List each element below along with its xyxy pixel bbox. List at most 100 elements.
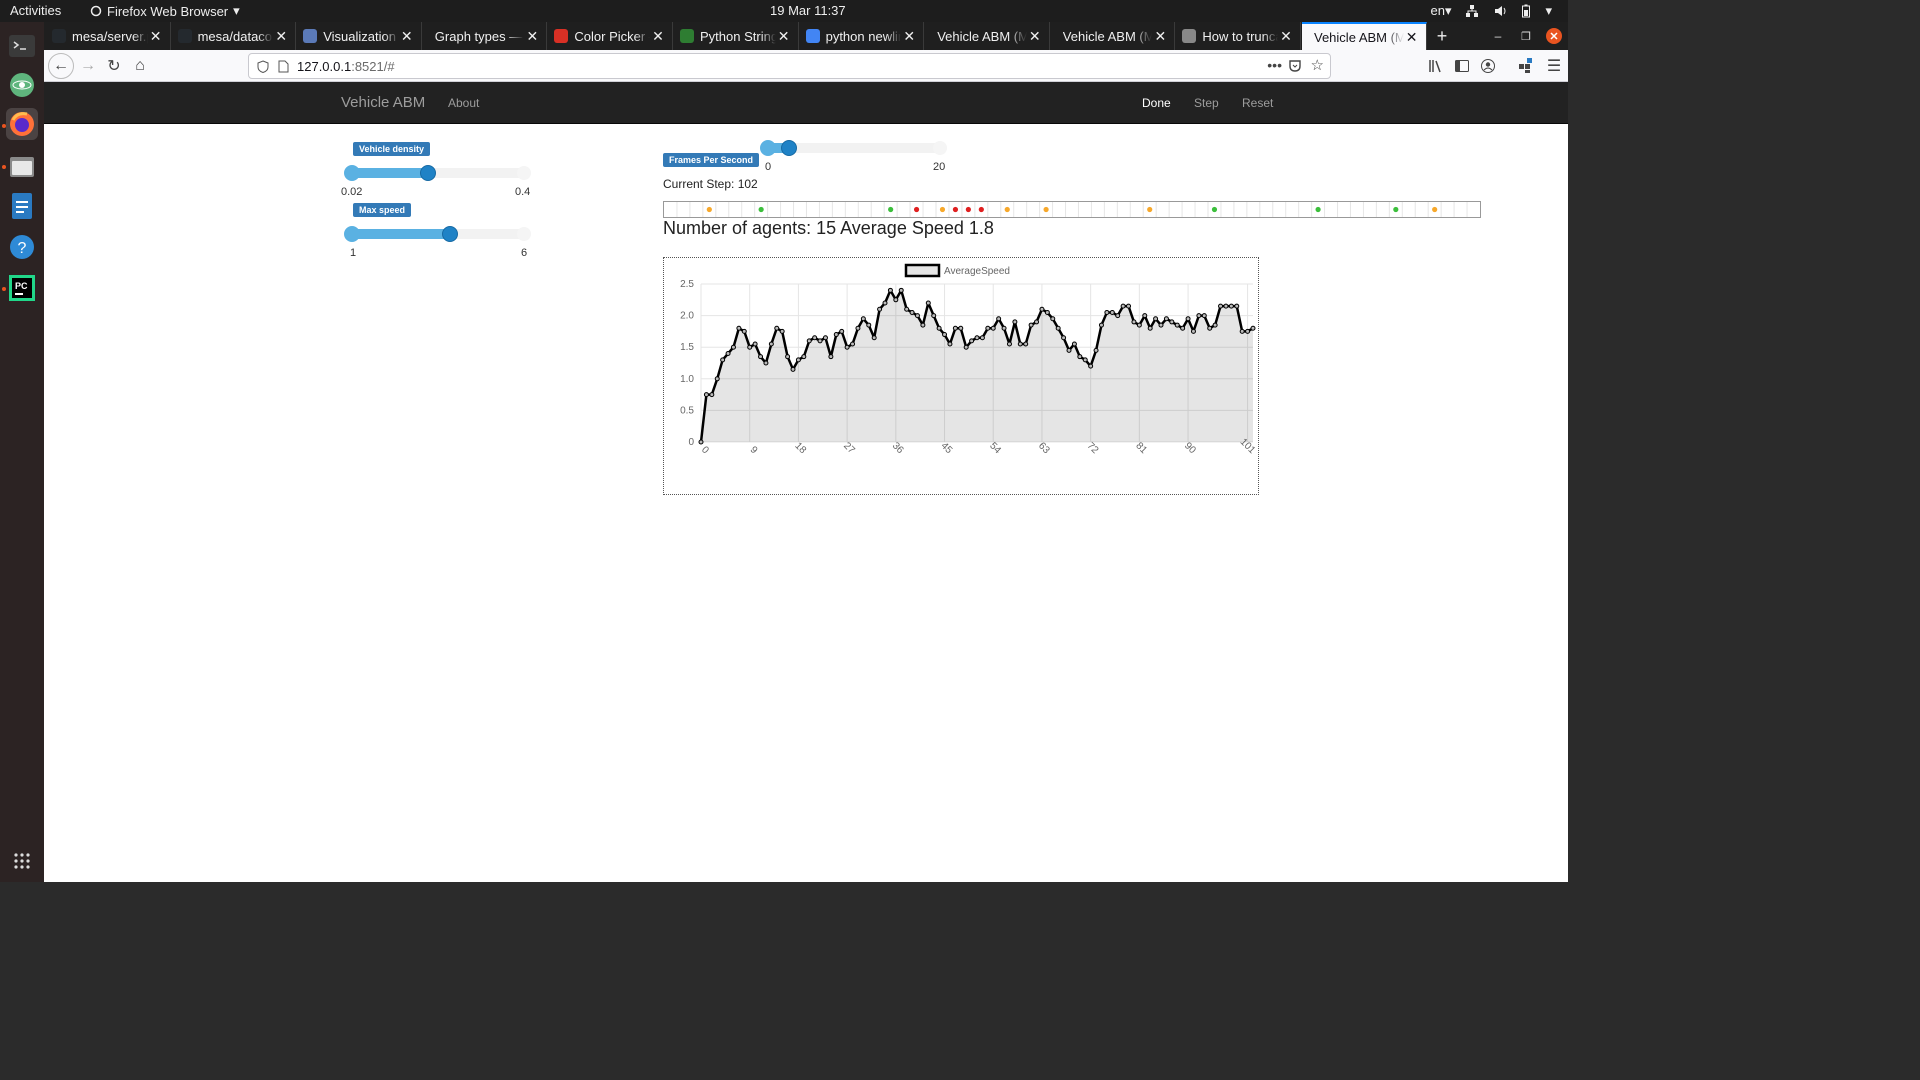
atom-editor-icon[interactable]: [6, 69, 38, 101]
fps-max: 20: [933, 161, 946, 173]
browser-tab[interactable]: How to trunca ✕: [1176, 22, 1301, 50]
data-point: [839, 328, 845, 334]
browser-tab[interactable]: Vehicle ABM (Me ✕: [925, 22, 1050, 50]
data-point: [920, 322, 926, 328]
slider-handle[interactable]: [780, 140, 797, 156]
tab-close-icon[interactable]: ✕: [776, 28, 792, 45]
data-point: [1126, 303, 1132, 309]
vehicle-agent: [888, 206, 894, 213]
tab-close-icon[interactable]: ✕: [650, 28, 666, 45]
tab-label: Vehicle ABM (Me: [1062, 28, 1153, 44]
vehicle-agent: [1004, 206, 1010, 213]
terminal-icon[interactable]: [6, 30, 38, 62]
tab-close-icon[interactable]: ✕: [273, 28, 289, 45]
page-info-icon[interactable]: [277, 60, 289, 73]
browser-tab[interactable]: Graph types — N✕: [423, 22, 548, 50]
help-icon[interactable]: ?: [6, 231, 38, 263]
data-point: [1012, 319, 1018, 325]
slider-handle[interactable]: [442, 226, 459, 242]
y-tick-label: 1.0: [680, 374, 694, 385]
shield-icon[interactable]: [257, 60, 269, 73]
data-point: [758, 354, 764, 360]
data-point: [763, 360, 769, 366]
url-bar[interactable]: 127.0.0.1:8521/# ••• ☆: [248, 53, 1331, 79]
tab-close-icon[interactable]: ✕: [1404, 29, 1420, 46]
browser-tab[interactable]: Color Picker – ✕: [548, 22, 673, 50]
fps-label: Frames Per Second: [663, 153, 760, 167]
data-point: [1207, 325, 1213, 331]
tab-close-icon[interactable]: ✕: [524, 28, 540, 45]
account-icon[interactable]: [1480, 58, 1496, 74]
tab-label: Python String: [700, 28, 776, 44]
forward-button[interactable]: →: [76, 54, 100, 78]
data-point: [1201, 313, 1207, 319]
reset-button[interactable]: Reset: [1242, 96, 1273, 110]
home-button[interactable]: ⌂: [128, 54, 152, 78]
system-menu-chevron-icon: ▾: [1545, 3, 1552, 18]
system-tray[interactable]: en▾ ▾: [1430, 3, 1552, 19]
firefox-icon[interactable]: [6, 108, 38, 140]
activities-button[interactable]: Activities: [10, 3, 61, 18]
show-applications-icon[interactable]: [6, 845, 38, 877]
chart-canvas: 00.51.01.52.02.50 9 18 27 36 45 54 63 72 81 90 101A…: [680, 263, 1258, 456]
bookmark-star-icon[interactable]: ☆: [1311, 56, 1324, 74]
pocket-icon[interactable]: [1288, 59, 1302, 73]
done-button[interactable]: Done: [1142, 96, 1171, 110]
browser-tab[interactable]: Vehicle ABM (Me ✕: [1051, 22, 1176, 50]
y-tick-label: 0.5: [680, 405, 694, 416]
browser-tab[interactable]: Visualization ✕: [297, 22, 422, 50]
data-point: [741, 328, 747, 334]
back-button[interactable]: ←: [48, 53, 74, 79]
data-point: [1218, 303, 1224, 309]
tab-close-icon[interactable]: ✕: [901, 28, 917, 45]
app-brand[interactable]: Vehicle ABM: [341, 94, 425, 111]
reload-button[interactable]: ↻: [102, 54, 126, 78]
library-icon[interactable]: [1428, 58, 1444, 74]
app-menu[interactable]: Firefox Web Browser ▾: [90, 3, 240, 19]
data-point: [1158, 322, 1164, 328]
vehicle-agent: [1432, 206, 1438, 213]
tab-close-icon[interactable]: ✕: [399, 28, 415, 45]
close-window-button[interactable]: [1542, 24, 1566, 48]
minimize-window-button[interactable]: –: [1486, 24, 1510, 48]
tab-close-icon[interactable]: ✕: [1278, 28, 1294, 45]
step-button[interactable]: Step: [1194, 96, 1219, 110]
browser-tab[interactable]: mesa/datacoll ✕: [172, 22, 297, 50]
slider-min-handle[interactable]: [344, 226, 360, 242]
clock[interactable]: 19 Mar 11:37: [770, 3, 846, 18]
writer-icon[interactable]: [6, 190, 38, 222]
slider-handle[interactable]: [419, 165, 436, 181]
new-tab-button[interactable]: +: [1430, 24, 1454, 48]
data-point: [1190, 328, 1196, 334]
data-point: [1109, 309, 1115, 315]
data-point: [1061, 335, 1067, 341]
hamburger-menu-icon[interactable]: ☰: [1542, 54, 1566, 78]
browser-tab[interactable]: python newlin ✕: [800, 22, 925, 50]
data-point: [1001, 325, 1007, 331]
tab-close-icon[interactable]: ✕: [1152, 28, 1168, 45]
browser-tab[interactable]: mesa/server.p ✕: [46, 22, 171, 50]
slider-min-handle[interactable]: [344, 165, 360, 181]
data-point: [1055, 325, 1061, 331]
slider-min-handle[interactable]: [760, 140, 776, 156]
sidebar-icon[interactable]: [1454, 58, 1470, 74]
browser-toolbar: ← → ↻ ⌂ 127.0.0.1:8521/# ••• ☆ ☰: [44, 50, 1568, 82]
files-icon[interactable]: [6, 150, 38, 182]
extensions-icon[interactable]: [1518, 58, 1534, 74]
tab-favicon-icon: [554, 29, 569, 43]
browser-tab[interactable]: Python String ✕: [674, 22, 799, 50]
max-speed-label: Max speed: [353, 203, 412, 217]
tab-close-icon[interactable]: ✕: [1027, 28, 1043, 45]
page-actions-icon[interactable]: •••: [1267, 57, 1282, 73]
browser-tab[interactable]: Vehicle ABM (Me ✕: [1302, 22, 1427, 50]
about-link[interactable]: About: [448, 96, 479, 110]
current-step: Current Step: 102: [663, 177, 758, 191]
restore-window-button[interactable]: ❐: [1514, 24, 1538, 48]
language-indicator[interactable]: en▾: [1430, 3, 1451, 19]
tab-close-icon[interactable]: ✕: [148, 28, 164, 45]
pycharm-icon[interactable]: PC: [6, 272, 38, 304]
data-point: [963, 344, 969, 350]
battery-icon: [1522, 4, 1531, 18]
x-tick-label: 27: [841, 440, 857, 456]
x-tick-label: 0: [699, 444, 711, 456]
